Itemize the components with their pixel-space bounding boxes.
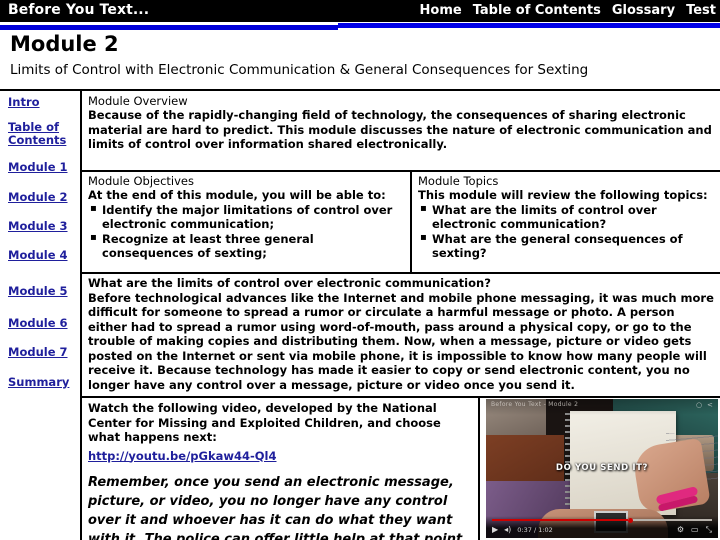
top-navigation-bar: Before You Text... Home Table of Content…: [0, 0, 720, 22]
topics-lead: This module will review the following to…: [418, 188, 708, 202]
share-icon[interactable]: <: [707, 402, 713, 409]
list-item: What are the limits of control over elec…: [418, 202, 714, 232]
page-title: Module 2: [10, 32, 119, 56]
video-progress-track[interactable]: [492, 517, 712, 523]
main-heading: What are the limits of control over elec…: [88, 276, 491, 290]
objectives-heading: Module Objectives: [88, 174, 194, 188]
sidebar-item-intro[interactable]: Intro: [8, 96, 40, 109]
video-caption: DO YOU SEND IT?: [555, 463, 649, 473]
overview-heading: Module Overview: [88, 94, 188, 108]
main-body-cell: What are the limits of control over elec…: [88, 276, 714, 392]
video-progress-knob[interactable]: [628, 517, 634, 523]
sidebar-item-module-1[interactable]: Module 1: [8, 161, 68, 174]
video-instruction-text: Watch the following video, developed by …: [88, 401, 441, 444]
nav-link-glossary[interactable]: Glossary: [612, 3, 675, 18]
objectives-lead: At the end of this module, you will be a…: [88, 188, 386, 202]
list-item: Recognize at least three general consequ…: [88, 231, 406, 261]
theater-icon[interactable]: ▭: [691, 525, 699, 535]
sidebar-item-module-7[interactable]: Module 7: [8, 346, 68, 359]
video-controls-right: ⚙ ▭ ⤡: [677, 525, 712, 535]
topics-heading: Module Topics: [418, 174, 499, 188]
module-page: Before You Text... Home Table of Content…: [0, 0, 720, 540]
nav-link-test[interactable]: Test: [686, 3, 716, 18]
list-item: What are the general consequences of sex…: [418, 231, 714, 261]
list-item: Identify the major limitations of contro…: [88, 202, 406, 232]
site-brand-title: Before You Text...: [8, 2, 150, 18]
video-controls-left: ▶ ◂) 0:37 / 1:02: [492, 525, 553, 535]
video-control-bar: ▶ ◂) 0:37 / 1:02 ⚙ ▭ ⤡: [486, 516, 718, 538]
gear-icon[interactable]: ⚙: [677, 525, 684, 535]
video-url-link[interactable]: http://youtu.be/pGkaw44-Ql4: [88, 449, 276, 463]
video-column-divider: [478, 398, 480, 540]
overview-text: Because of the rapidly-changing field of…: [88, 108, 712, 151]
volume-icon[interactable]: ◂): [504, 525, 511, 535]
nav-link-home[interactable]: Home: [420, 3, 462, 18]
sidebar-item-module-3[interactable]: Module 3: [8, 220, 68, 233]
nav-link-table-of-contents[interactable]: Table of Contents: [473, 3, 601, 18]
remember-quote: Remember, once you send an electronic me…: [88, 474, 468, 540]
objectives-cell: Module Objectives At the end of this mod…: [88, 174, 406, 261]
video-title-overlay: Before You Text - Module 2 ○ <: [486, 399, 718, 415]
video-time: 0:37 / 1:02: [517, 526, 553, 534]
video-overlay-title: Before You Text - Module 2: [491, 401, 579, 408]
sidebar-item-module-4[interactable]: Module 4: [8, 249, 68, 262]
video-player[interactable]: DO YOU SEND IT? Before You Text - Module…: [486, 399, 718, 538]
play-icon[interactable]: ▶: [492, 525, 498, 535]
page-subtitle: Limits of Control with Electronic Commun…: [10, 62, 589, 78]
topics-cell: Module Topics This module will review th…: [418, 174, 714, 261]
divider-after-objectives: [82, 272, 720, 274]
objectives-bullet-list: Identify the major limitations of contro…: [88, 202, 406, 261]
watch-later-icon[interactable]: ○: [696, 402, 702, 409]
overview-cell: Module Overview Because of the rapidly-c…: [88, 94, 712, 152]
video-instruction-cell: Watch the following video, developed by …: [88, 401, 476, 540]
video-progress-fill: [492, 519, 629, 521]
sidebar-item-table-of-contents[interactable]: Table of Contents: [8, 121, 70, 146]
accent-bar-right: [338, 23, 720, 28]
sidebar-item-module-2[interactable]: Module 2: [8, 191, 68, 204]
divider-after-overview: [82, 170, 720, 172]
sidebar-item-summary[interactable]: Summary: [8, 376, 69, 389]
divider-after-main: [82, 396, 720, 398]
sidebar-item-module-5[interactable]: Module 5: [8, 285, 68, 298]
sidebar-navigation: Intro Table of Contents Module 1 Module …: [0, 91, 80, 540]
topics-bullet-list: What are the limits of control over elec…: [418, 202, 714, 261]
sidebar-item-module-6[interactable]: Module 6: [8, 317, 68, 330]
video-top-icons: ○ <: [696, 402, 713, 409]
accent-bar-left: [0, 25, 338, 30]
fullscreen-icon[interactable]: ⤡: [706, 525, 712, 535]
column-divider: [410, 172, 412, 272]
top-nav-links: Home Table of Contents Glossary Test: [420, 3, 716, 18]
main-text: Before technological advances like the I…: [88, 290, 714, 392]
